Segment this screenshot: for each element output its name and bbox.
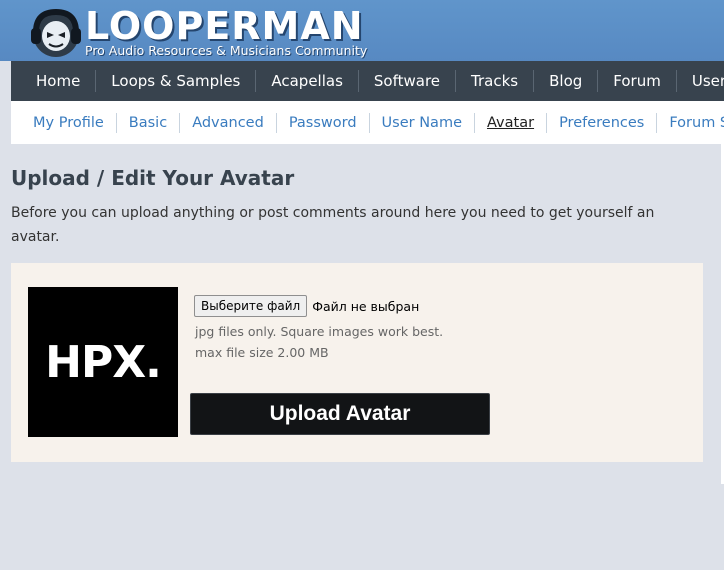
current-avatar-image: HPX. (28, 287, 178, 437)
subnav-item-user-name[interactable]: User Name (370, 112, 475, 133)
nav-item-blog[interactable]: Blog (534, 70, 599, 92)
subnav-item-password[interactable]: Password (277, 112, 370, 133)
nav-item-acapellas[interactable]: Acapellas (256, 70, 359, 92)
profile-sub-nav: My Profile Basic Advanced Password User … (11, 101, 724, 144)
file-format-hint: jpg files only. Square images work best. (195, 324, 444, 339)
choose-file-button[interactable]: Выберите файл (194, 295, 308, 317)
subnav-item-preferences[interactable]: Preferences (547, 112, 658, 133)
nav-item-loops-samples[interactable]: Loops & Samples (96, 70, 257, 92)
subnav-item-basic[interactable]: Basic (117, 112, 181, 133)
file-size-hint: max file size 2.00 MB (195, 345, 329, 360)
subnav-item-my-profile[interactable]: My Profile (11, 112, 117, 133)
upload-avatar-button[interactable]: Upload Avatar (190, 393, 490, 435)
page-intro-text: Before you can upload anything or post c… (11, 205, 655, 245)
subnav-item-advanced[interactable]: Advanced (180, 112, 277, 133)
subnav-item-avatar[interactable]: Avatar (475, 112, 548, 133)
site-logo-text[interactable]: LOOPERMAN (85, 6, 364, 46)
mascot-logo-icon[interactable] (30, 8, 82, 60)
nav-item-forum[interactable]: Forum (598, 70, 677, 92)
avatar-upload-panel: HPX. Выберите файл Файл не выбран jpg fi… (11, 263, 703, 462)
main-nav: Home Loops & Samples Acapellas Software … (11, 61, 724, 101)
file-status-text: Файл не выбран (312, 298, 420, 314)
nav-item-tracks[interactable]: Tracks (456, 70, 535, 92)
site-header: LOOPERMAN Pro Audio Resources & Musician… (0, 0, 724, 61)
nav-item-users[interactable]: Users (677, 70, 724, 92)
file-input: Выберите файл Файл не выбран (194, 295, 419, 317)
nav-item-software[interactable]: Software (359, 70, 457, 92)
nav-item-home[interactable]: Home (11, 70, 97, 92)
page-title: Upload / Edit Your Avatar (11, 166, 295, 190)
site-tagline: Pro Audio Resources & Musicians Communit… (85, 43, 368, 58)
subnav-item-forum-sig[interactable]: Forum Sig (657, 113, 724, 133)
